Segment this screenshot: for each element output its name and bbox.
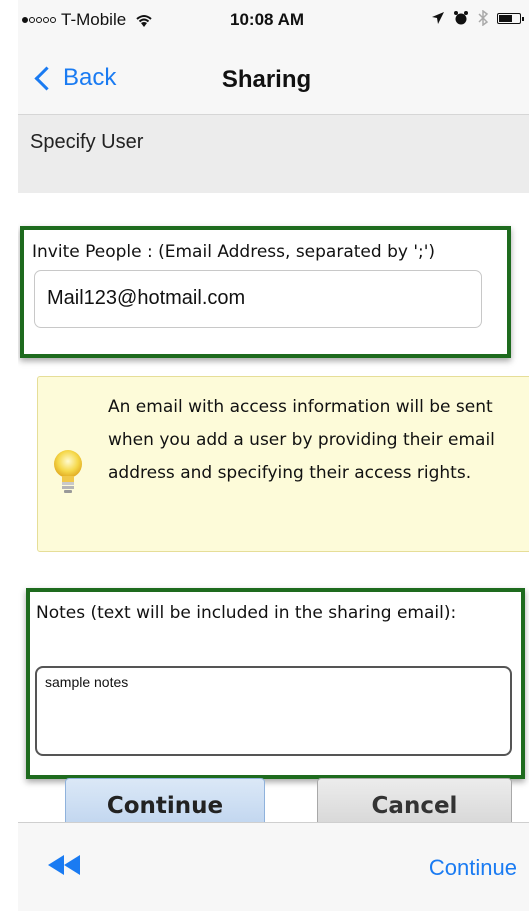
navigation-bar: Back Sharing (18, 40, 529, 115)
status-time: 10:08 AM (230, 10, 305, 29)
app-frame: T-Mobile 10:08 AM Back Sharing Specify U… (18, 0, 529, 911)
rewind-icon[interactable] (48, 855, 80, 875)
notes-textarea-value: sample notes (45, 674, 129, 690)
section-title: Specify User (30, 131, 144, 153)
location-icon (432, 12, 444, 24)
toolbar-continue-button[interactable]: Continue (429, 855, 517, 881)
info-box: An email with access information will be… (37, 376, 529, 552)
alarm-icon (454, 11, 468, 25)
bluetooth-icon (478, 10, 489, 26)
carrier-label: T-Mobile (61, 10, 127, 29)
status-bar: T-Mobile 10:08 AM (18, 0, 529, 40)
info-text: An email with access information will be… (108, 397, 495, 483)
battery-icon (497, 12, 524, 24)
email-input[interactable]: Mail123@hotmail.com (34, 270, 482, 328)
bottom-toolbar: Continue (18, 822, 529, 911)
notes-group: Notes (text will be included in the shar… (26, 588, 525, 779)
wifi-icon (136, 15, 152, 27)
notes-label: Notes (text will be included in the shar… (36, 603, 457, 623)
lightbulb-icon (54, 450, 82, 493)
signal-icon (22, 17, 56, 23)
invite-people-group: Invite People : (Email Address, separate… (20, 226, 511, 358)
notes-textarea[interactable]: sample notes (35, 666, 512, 756)
carrier-group: T-Mobile (22, 10, 154, 30)
email-input-value: Mail123@hotmail.com (47, 287, 246, 309)
page-title: Sharing (221, 66, 312, 93)
section-header: Specify User (18, 115, 529, 193)
status-icons (431, 10, 524, 26)
invite-label: Invite People : (Email Address, separate… (32, 242, 436, 262)
